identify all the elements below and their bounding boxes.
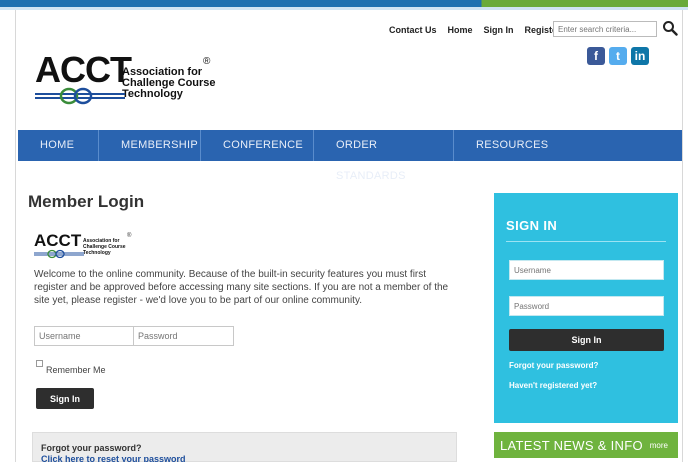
logo-rope-icon xyxy=(35,87,125,105)
nav-membership[interactable]: Membership xyxy=(99,130,201,161)
remember-me-checkbox[interactable] xyxy=(36,360,43,367)
top-light-stripe xyxy=(0,7,688,10)
remember-me: Remember Me xyxy=(36,360,106,375)
sidebar-sign-in-title: SIGN IN xyxy=(506,218,558,233)
small-logo-rope-icon xyxy=(34,249,84,259)
sign-in-button[interactable]: Sign In xyxy=(36,388,94,409)
login-fields xyxy=(34,326,234,346)
logo-registered-mark: ® xyxy=(203,56,211,67)
twitter-icon[interactable]: t xyxy=(609,47,627,65)
forgot-password-question: Forgot your password? xyxy=(41,443,142,453)
logo-wordmark: ACCT xyxy=(35,49,132,90)
nav-conference[interactable]: Conference xyxy=(201,130,314,161)
latest-news-title: LATEST NEWS & INFO xyxy=(500,438,643,453)
facebook-icon[interactable]: f xyxy=(587,47,605,65)
sidebar-username-input[interactable] xyxy=(509,260,664,280)
forgot-password-box: Forgot your password? Click here to rese… xyxy=(32,432,457,462)
nav-resources[interactable]: Resources xyxy=(454,130,570,161)
search-icon[interactable] xyxy=(662,20,678,36)
top-color-stripe xyxy=(0,0,688,7)
linkedin-icon[interactable]: in xyxy=(631,47,649,65)
nav-order-standards[interactable]: Order Standards xyxy=(314,130,454,182)
page-edge-right xyxy=(682,10,683,462)
sidebar-password-input[interactable] xyxy=(509,296,664,316)
password-input[interactable] xyxy=(134,326,234,346)
home-link[interactable]: Home xyxy=(448,25,473,35)
sidebar-register-link[interactable]: Haven't registered yet? xyxy=(509,381,597,390)
acct-logo[interactable]: ACCT ® Association for Challenge Course … xyxy=(35,52,225,112)
small-acct-logo: ACCT ® Association for Challenge Course … xyxy=(34,232,144,262)
social-icons: f t in xyxy=(587,47,649,65)
page-title: Member Login xyxy=(28,192,145,211)
search-input[interactable] xyxy=(553,21,657,37)
sidebar-sign-in-button[interactable]: Sign In xyxy=(509,329,664,351)
page-edge-left xyxy=(15,10,16,462)
contact-us-link[interactable]: Contact Us xyxy=(389,25,437,35)
sidebar-sign-in-panel: SIGN IN Sign In Forgot your password? Ha… xyxy=(494,193,678,423)
nav-home[interactable]: Home xyxy=(18,130,99,161)
reset-password-link[interactable]: Click here to reset your password xyxy=(41,454,456,462)
sidebar-forgot-password-link[interactable]: Forgot your password? xyxy=(509,361,598,370)
small-logo-subtitle-line: Technology xyxy=(83,250,111,256)
remember-me-label: Remember Me xyxy=(46,365,106,375)
sidebar-divider xyxy=(506,241,666,242)
latest-news-more-link[interactable]: more xyxy=(650,441,668,450)
small-logo-subtitle: Association for Challenge Course Technol… xyxy=(83,238,143,256)
logo-subtitle-line: Technology xyxy=(122,88,183,100)
small-logo-wordmark: ACCT xyxy=(34,231,82,250)
username-input[interactable] xyxy=(34,326,134,346)
sign-in-link[interactable]: Sign In xyxy=(484,25,514,35)
latest-news-bar: LATEST NEWS & INFO more xyxy=(494,432,678,458)
welcome-text: Welcome to the online community. Because… xyxy=(34,269,449,306)
top-links: Contact Us Home Sign In Register xyxy=(389,25,561,35)
logo-subtitle: Association for Challenge Course Technol… xyxy=(122,67,222,100)
main-nav: Home Membership Conference Order Standar… xyxy=(18,130,682,182)
